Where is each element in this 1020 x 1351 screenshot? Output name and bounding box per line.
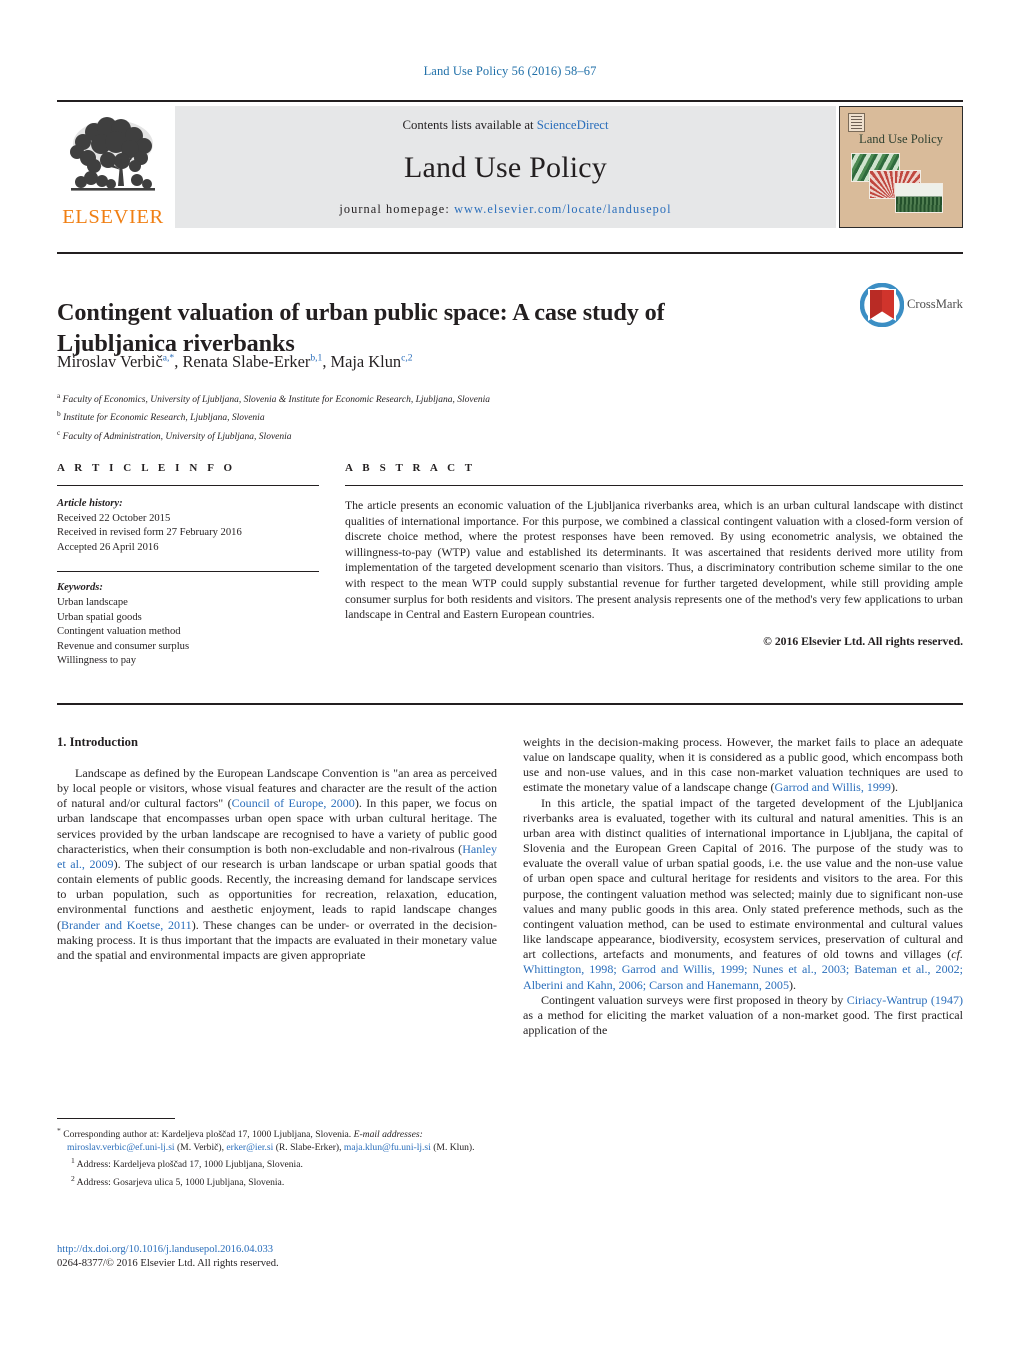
footnote-mark: 2	[71, 1174, 75, 1184]
running-head: Land Use Policy 56 (2016) 58–67	[423, 64, 597, 78]
affiliation-mark: c	[57, 427, 61, 437]
body-paragraph: Landscape as defined by the European Lan…	[57, 766, 497, 962]
numbered-footnote: 2 Address: Gosarjeva ulica 5, 1000 Ljubl…	[71, 1174, 285, 1189]
article-history-label: Article history:	[57, 498, 123, 509]
keywords-block: Keywords: Urban landscape Urban spatial g…	[57, 581, 319, 669]
contents-available-line: Contents lists available at ScienceDirec…	[402, 118, 608, 133]
journal-homepage-line: journal homepage: www.elsevier.com/locat…	[339, 202, 671, 217]
cover-photo-collage	[849, 153, 953, 215]
issn-copyright: 0264-8377/© 2016 Elsevier Ltd. All right…	[57, 1258, 279, 1269]
numbered-footnotes: 1 Address: Kardeljeva ploščad 17, 1000 L…	[57, 1155, 497, 1190]
email-link[interactable]: maja.klun@fu.uni-lj.si	[344, 1142, 431, 1153]
contents-prefix: Contents lists available at	[402, 118, 537, 132]
journal-cover-thumbnail: Land Use Policy	[839, 106, 963, 228]
keyword-item: Revenue and consumer surplus	[57, 640, 190, 652]
crossmark-badge[interactable]: CrossMark	[860, 283, 963, 335]
article-history-item: Accepted 26 April 2016	[57, 541, 159, 553]
affiliation-item: a Faculty of Economics, University of Lj…	[57, 391, 490, 406]
journal-masthead: ELSEVIER Contents lists available at Sci…	[57, 100, 963, 228]
article-history-item: Received in revised form 27 February 201…	[57, 527, 242, 539]
abstract-heading: A B S T R A C T	[345, 462, 476, 474]
keyword-item: Contingent valuation method	[57, 626, 181, 638]
affiliation-mark: b	[57, 409, 61, 419]
section-heading-introduction: 1. Introduction	[57, 735, 138, 749]
keyword-item: Urban landscape	[57, 596, 128, 608]
article-history-lines: Received 22 October 2015 Received in revi…	[57, 512, 319, 556]
footnote-block: * Corresponding author at: Kardeljeva pl…	[57, 1118, 497, 1191]
abstract-divider	[345, 485, 963, 486]
author-affiliation-mark: b,1	[310, 352, 323, 364]
keyword-item: Urban spatial goods	[57, 611, 142, 623]
body-divider	[57, 703, 963, 705]
email-addresses-label: E-mail addresses:	[353, 1129, 423, 1141]
right-column-paragraphs: weights in the decision-making process. …	[523, 735, 963, 1038]
elsevier-logo: ELSEVIER	[57, 106, 169, 228]
body-paragraph: Contingent valuation surveys were first …	[523, 992, 964, 1037]
email-link[interactable]: miroslav.verbic@ef.uni-lj.si	[67, 1142, 175, 1153]
body-left-column: 1. Introduction Landscape as defined by …	[57, 735, 497, 1038]
doi-link[interactable]: http://dx.doi.org/10.1016/j.landusepol.2…	[57, 1243, 497, 1257]
title-divider	[57, 252, 963, 254]
corresponding-author-footnote: * Corresponding author at: Kardeljeva pl…	[57, 1126, 475, 1153]
keywords-divider	[57, 571, 319, 573]
affiliation-item: c Faculty of Administration, University …	[57, 427, 292, 442]
article-title: Contingent valuation of urban public spa…	[57, 299, 665, 358]
keywords-label: Keywords:	[57, 582, 103, 594]
body-columns: 1. Introduction Landscape as defined by …	[57, 735, 963, 1038]
elsevier-tree-icon	[70, 116, 155, 191]
citation-link[interactable]: Hanley et al., 2009	[57, 842, 497, 871]
author-affiliation-mark: c,2	[401, 352, 413, 364]
elsevier-wordmark: ELSEVIER	[62, 205, 164, 228]
paper-page: Land Use Policy 56 (2016) 58–67 ELSEVIER…	[0, 0, 1020, 1351]
numbered-footnote: 1 Address: Kardeljeva ploščad 17, 1000 L…	[71, 1156, 303, 1171]
body-paragraph: In this article, the spatial impact of t…	[523, 795, 963, 992]
abstract-text: The article presents an economic valuati…	[345, 499, 963, 622]
crossmark-icon	[860, 283, 904, 327]
abstract-column: A B S T R A C T The article presents an …	[345, 462, 963, 669]
journal-title: Land Use Policy	[404, 150, 607, 184]
journal-homepage-link[interactable]: www.elsevier.com/locate/landusepol	[454, 202, 672, 216]
author-affiliation-mark: a,*	[162, 352, 175, 364]
affiliation-item: b Institute for Economic Research, Ljubl…	[57, 409, 265, 424]
footnote-rule	[57, 1118, 175, 1119]
cover-journal-title: Land Use Policy	[859, 132, 943, 146]
citation-link[interactable]: Ciriacy-Wantrup (1947)	[847, 993, 963, 1007]
doi-footer: http://dx.doi.org/10.1016/j.landusepol.2…	[57, 1243, 497, 1271]
footnote-mark: *	[57, 1126, 61, 1135]
author-name: Maja Klun	[330, 352, 402, 371]
footnote-mark: 1	[71, 1156, 75, 1166]
citation-link[interactable]: Whittington, 1998; Garrod and Willis, 19…	[523, 962, 963, 991]
citation-link[interactable]: Council of Europe, 2000	[232, 796, 355, 810]
body-paragraph: weights in the decision-making process. …	[523, 735, 963, 795]
article-info-heading: A R T I C L E I N F O	[57, 462, 236, 474]
affiliation-list: a Faculty of Economics, University of Lj…	[57, 389, 797, 444]
masthead-center: Contents lists available at ScienceDirec…	[175, 106, 836, 228]
homepage-prefix: journal homepage:	[339, 202, 455, 216]
cover-elsevier-emblem-icon	[848, 113, 865, 132]
abstract-copyright: © 2016 Elsevier Ltd. All rights reserved…	[763, 634, 963, 648]
cover-photo-tile-3	[895, 183, 943, 213]
author-list: Miroslav Verbiča,*, Renata Slabe-Erkerb,…	[57, 352, 413, 371]
crossmark-label: CrossMark	[907, 297, 963, 311]
article-history-block: Article history: Received 22 October 201…	[57, 497, 319, 555]
emphasis-text: cf.	[951, 947, 963, 962]
article-info-column: A R T I C L E I N F O Article history: R…	[57, 462, 319, 669]
keyword-item: Willingness to pay	[57, 655, 137, 667]
info-abstract-section: A R T I C L E I N F O Article history: R…	[57, 462, 963, 669]
email-link[interactable]: erker@ier.si	[226, 1142, 273, 1153]
affiliation-mark: a	[57, 391, 61, 400]
citation-link[interactable]: Brander and Koetse, 2011	[61, 918, 192, 932]
left-column-paragraphs: Landscape as defined by the European Lan…	[57, 766, 497, 963]
article-info-divider	[57, 485, 319, 486]
body-right-column: weights in the decision-making process. …	[523, 735, 963, 1038]
author-name: Miroslav Verbič	[57, 352, 163, 371]
keywords-lines: Urban landscape Urban spatial goods Contin…	[57, 596, 319, 669]
citation-link[interactable]: Garrod and Willis, 1999	[775, 780, 891, 794]
author-name: Renata Slabe-Erker	[182, 352, 311, 371]
article-history-item: Received 22 October 2015	[57, 512, 171, 524]
sciencedirect-link[interactable]: ScienceDirect	[537, 118, 609, 132]
